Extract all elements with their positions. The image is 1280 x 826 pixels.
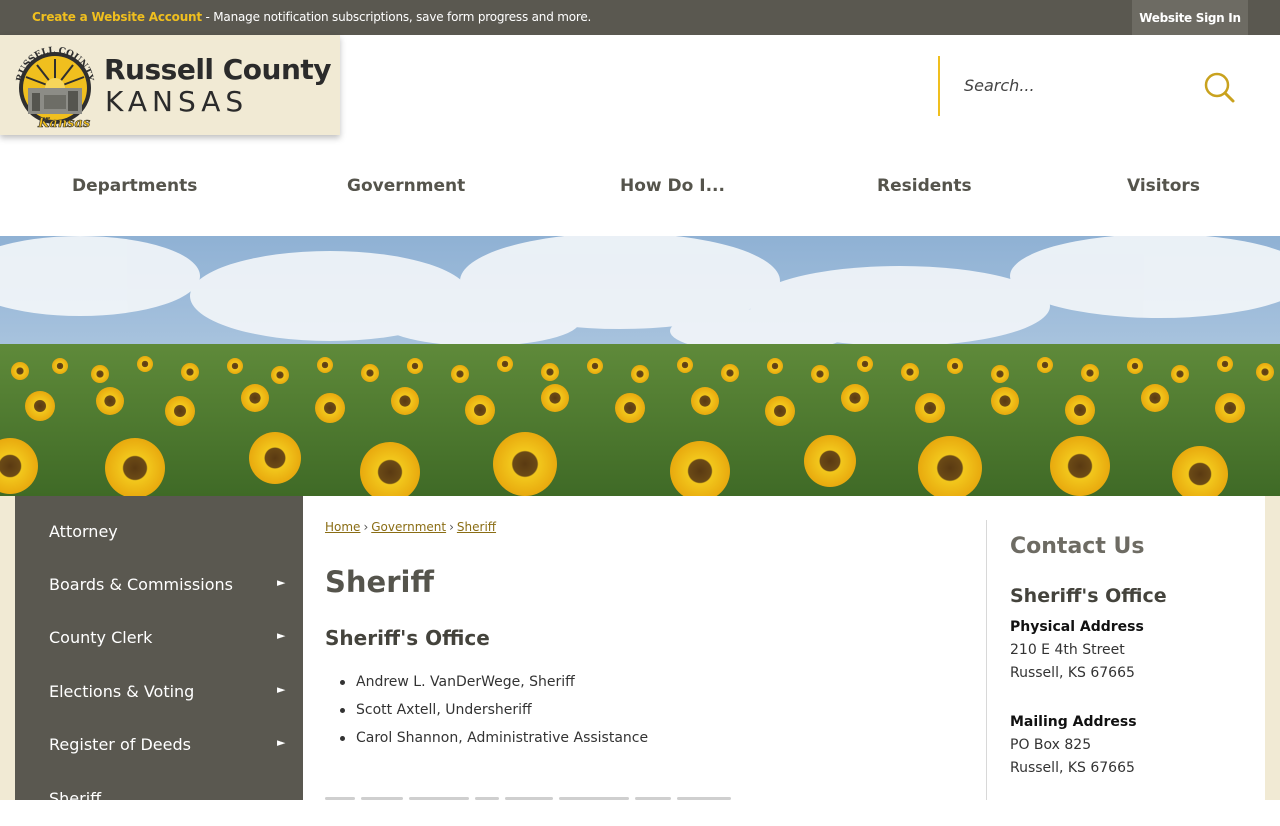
county-seal-icon: RUSSELL COUNTY Kansas (15, 46, 95, 129)
column-divider (986, 520, 987, 800)
list-item: Andrew L. VanDerWege, Sheriff (339, 672, 648, 700)
page-title: Sheriff (325, 565, 434, 599)
sidebar-item-label: Register of Deeds (49, 735, 191, 754)
svg-text:Kansas: Kansas (37, 116, 91, 129)
breadcrumb: Home › Government › Sheriff (325, 520, 496, 534)
site-logo[interactable]: RUSSELL COUNTY Kansas Russell County KAN… (0, 35, 340, 135)
breadcrumb-home[interactable]: Home (325, 520, 360, 534)
sidebar-item-label: County Clerk (49, 628, 153, 647)
breadcrumb-government[interactable]: Government (371, 520, 446, 534)
sidebar-item-register-of-deeds[interactable]: Register of Deeds ► (15, 719, 303, 772)
physical-address-line: 210 E 4th Street (1010, 642, 1125, 658)
sunflower-banner-image (0, 236, 1280, 496)
sidebar-item-label: Boards & Commissions (49, 575, 233, 594)
logo-county-name: Russell County (104, 53, 332, 86)
truncated-text-line (325, 792, 785, 800)
top-notification-bar: Create a Website Account - Manage notifi… (0, 0, 1280, 35)
sidebar-item-label: Elections & Voting (49, 682, 195, 701)
account-message-text: - Manage notification subscriptions, sav… (201, 10, 592, 24)
mailing-address-line: PO Box 825 (1010, 737, 1092, 753)
breadcrumb-separator: › (363, 520, 369, 534)
website-sign-in-button[interactable]: Website Sign In (1132, 0, 1248, 35)
submenu-arrow-icon[interactable]: ► (277, 736, 285, 749)
submenu-arrow-icon[interactable]: ► (277, 683, 285, 696)
main-navigation: Departments Government How Do I... Resid… (0, 160, 1280, 212)
account-message: Create a Website Account - Manage notifi… (32, 10, 591, 24)
nav-government[interactable]: Government (347, 176, 465, 196)
submenu-arrow-icon[interactable]: ► (277, 576, 285, 589)
search-bar (938, 56, 1238, 116)
sidebar-menu: Attorney Boards & Commissions ► County C… (15, 496, 303, 808)
sidebar-item-county-clerk[interactable]: County Clerk ► (15, 612, 303, 665)
sidebar-item-label: Attorney (49, 522, 118, 541)
list-item: Carol Shannon, Administrative Assistance (339, 728, 648, 756)
sidebar-item-elections-voting[interactable]: Elections & Voting ► (15, 666, 303, 719)
section-title: Sheriff's Office (325, 626, 490, 650)
search-input[interactable] (964, 71, 1194, 99)
physical-address-city: Russell, KS 67665 (1010, 665, 1135, 681)
logo-state-name: KANSAS (105, 85, 249, 118)
sidebar-item-label: Sheriff (49, 789, 102, 808)
create-account-link[interactable]: Create a Website Account (32, 10, 202, 24)
nav-departments[interactable]: Departments (72, 176, 197, 196)
contact-us-heading: Contact Us (1010, 534, 1145, 559)
submenu-arrow-icon[interactable]: ► (277, 629, 285, 642)
search-icon[interactable] (1202, 70, 1236, 104)
sidebar-item-attorney[interactable]: Attorney (15, 506, 303, 559)
breadcrumb-sheriff[interactable]: Sheriff (457, 520, 496, 534)
sidebar-item-boards-commissions[interactable]: Boards & Commissions ► (15, 559, 303, 612)
contact-office-name: Sheriff's Office (1010, 585, 1167, 607)
staff-list: Andrew L. VanDerWege, Sheriff Scott Axte… (339, 672, 648, 756)
mailing-address-label: Mailing Address (1010, 714, 1137, 730)
list-item: Scott Axtell, Undersheriff (339, 700, 648, 728)
physical-address-label: Physical Address (1010, 619, 1144, 635)
nav-visitors[interactable]: Visitors (1127, 176, 1200, 196)
nav-residents[interactable]: Residents (877, 176, 972, 196)
breadcrumb-separator: › (449, 520, 454, 534)
mailing-address-city: Russell, KS 67665 (1010, 760, 1135, 776)
nav-how-do-i[interactable]: How Do I... (620, 176, 725, 196)
